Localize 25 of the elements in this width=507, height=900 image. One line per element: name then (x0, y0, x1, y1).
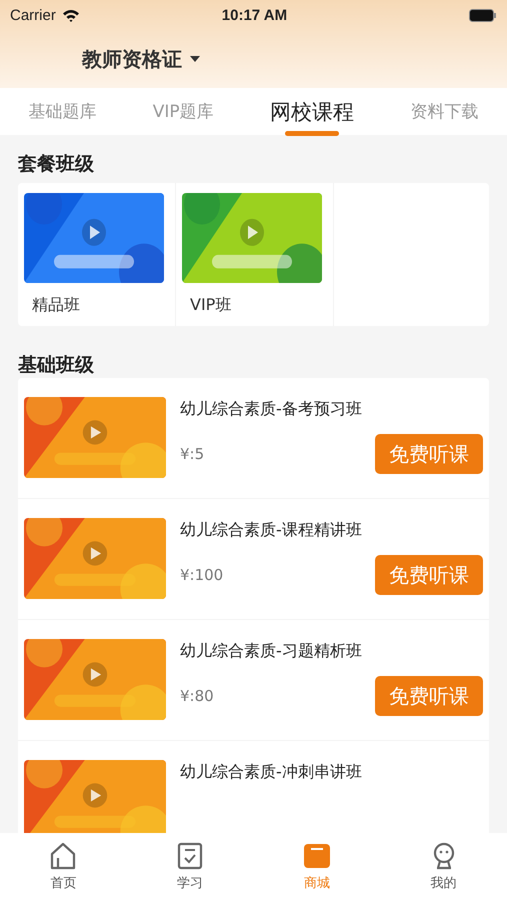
section-title: 套餐班级 (18, 152, 95, 177)
time-label: 10:17 AM (222, 6, 288, 24)
home-icon (50, 842, 76, 870)
header-title[interactable]: 教师资格证 (82, 46, 182, 72)
carrier-label: Carrier (10, 6, 56, 24)
tab[interactable]: 网校课程 (266, 93, 358, 136)
section-title: 基础班级 (18, 353, 95, 378)
battery-icon (469, 8, 497, 22)
course-title[interactable]: 幼儿综合素质-备考预习班 (180, 399, 483, 420)
package-name[interactable]: VIP班 (182, 295, 327, 316)
checklist-icon (177, 842, 204, 870)
user-icon (432, 842, 456, 870)
course-price: ¥:100 (180, 566, 224, 584)
tab-bar-item[interactable]: 学习 (150, 840, 230, 892)
tab-bar-item[interactable]: 我的 (404, 840, 484, 892)
shop-icon (302, 842, 332, 870)
course-title[interactable]: 幼儿综合素质-冲刺串讲班 (180, 762, 483, 783)
course-title[interactable]: 幼儿综合素质-课程精讲班 (180, 520, 483, 541)
tab-bar-item[interactable]: 首页 (23, 840, 104, 892)
course-price: ¥:80 (180, 687, 214, 705)
course-price: ¥:5 (180, 445, 204, 463)
package-name[interactable]: 精品班 (24, 295, 169, 316)
caret-icon[interactable] (190, 56, 200, 62)
course-title[interactable]: 幼儿综合素质-习题精析班 (180, 641, 483, 662)
wifi-icon (62, 8, 80, 22)
